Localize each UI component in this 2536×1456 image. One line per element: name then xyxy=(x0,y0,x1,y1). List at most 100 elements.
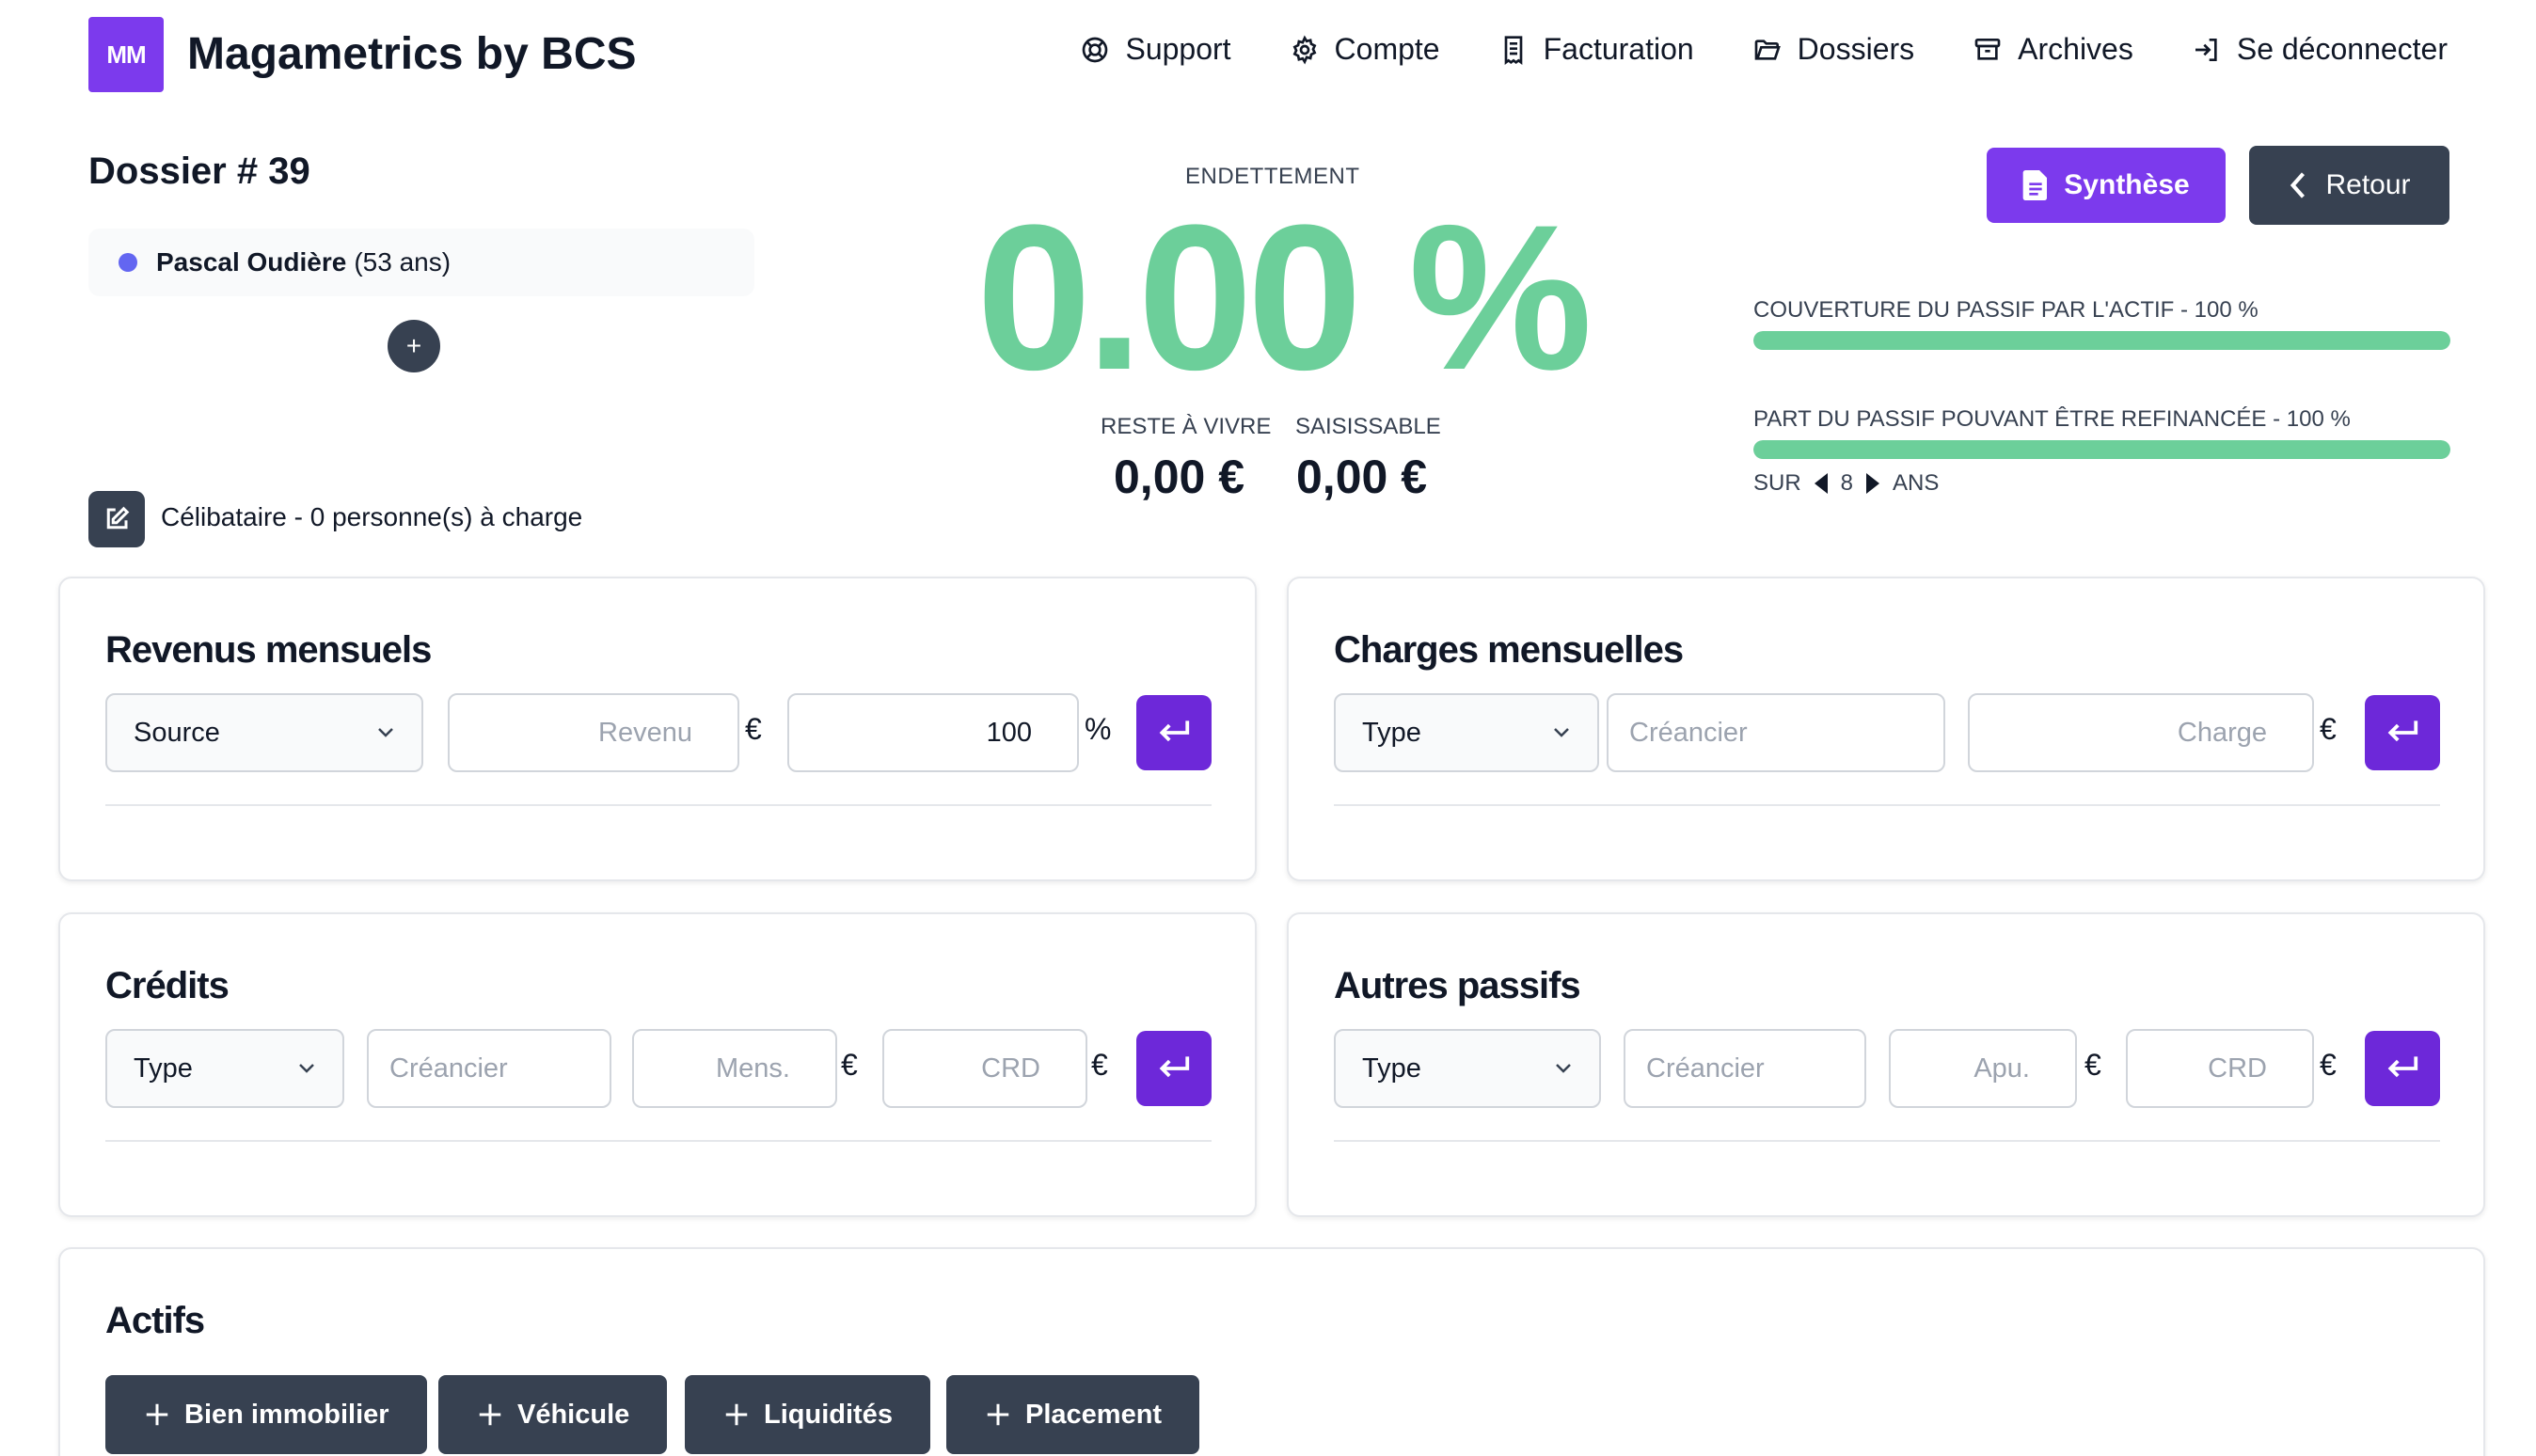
plus-icon xyxy=(146,1403,168,1426)
app-logo[interactable]: MM xyxy=(88,17,164,92)
reste-a-vivre-value: 0,00 € xyxy=(1114,451,1245,503)
reste-a-vivre-label: RESTE À VIVRE xyxy=(1101,414,1272,439)
revenus-source-value: Source xyxy=(134,717,220,748)
refinance-progress-fill xyxy=(1753,440,2450,459)
autres-creancier-input[interactable]: Créancier xyxy=(1624,1029,1866,1108)
nav-compte[interactable]: Compte xyxy=(1290,32,1440,67)
credits-crd-input[interactable]: CRD xyxy=(882,1029,1087,1108)
person-name: Pascal Oudière xyxy=(156,247,347,277)
logo-text: MM xyxy=(106,40,146,69)
charge-currency: € xyxy=(2320,712,2337,746)
autres-type-value: Type xyxy=(1362,1052,1421,1084)
add-bien-immobilier-label: Bien immobilier xyxy=(184,1399,389,1430)
nav-facturation-label: Facturation xyxy=(1543,32,1694,66)
charges-submit-button[interactable] xyxy=(2365,695,2440,770)
retour-button[interactable]: Retour xyxy=(2249,146,2449,225)
app-title: Magametrics by BCS xyxy=(187,29,637,79)
duration-stepper: SUR 8 ANS xyxy=(1753,470,1939,497)
enter-icon xyxy=(2387,720,2418,742)
refinance-label: PART DU PASSIF POUVANT ÊTRE REFINANCÉE -… xyxy=(1753,406,2351,432)
enter-icon xyxy=(1159,720,1190,742)
actifs-title: Actifs xyxy=(105,1300,205,1341)
nav-archives[interactable]: Archives xyxy=(1973,32,2133,67)
receipt-icon xyxy=(1504,35,1522,65)
saisissable-label: SAISISSABLE xyxy=(1295,414,1441,439)
autres-submit-button[interactable] xyxy=(2365,1031,2440,1106)
retour-label: Retour xyxy=(2325,169,2411,200)
credits-type-value: Type xyxy=(134,1052,193,1084)
nav-archives-label: Archives xyxy=(2018,32,2133,66)
ans-label: ANS xyxy=(1893,470,1940,496)
autres-type-select[interactable]: Type xyxy=(1334,1029,1601,1108)
couverture-label: COUVERTURE DU PASSIF PAR L'ACTIF - 100 % xyxy=(1753,297,2259,323)
enter-icon xyxy=(1159,1056,1190,1078)
autres-crd-input[interactable]: CRD xyxy=(2126,1029,2314,1108)
add-liquidites-label: Liquidités xyxy=(764,1399,893,1430)
increase-years-button[interactable] xyxy=(1866,473,1880,494)
plus-icon xyxy=(725,1403,748,1426)
dossier-title: Dossier # 39 xyxy=(88,150,310,192)
add-vehicule-button[interactable]: Véhicule xyxy=(438,1375,668,1454)
lifebuoy-icon xyxy=(1083,37,1108,62)
add-person-button[interactable]: + xyxy=(388,320,440,372)
percent-unit: % xyxy=(1085,712,1112,746)
revenus-source-select[interactable]: Source xyxy=(105,693,423,772)
plus-icon xyxy=(479,1403,501,1426)
credits-mens-currency: € xyxy=(841,1048,858,1082)
person-status-dot xyxy=(119,253,137,272)
autres-apu-input[interactable]: Apu. xyxy=(1889,1029,2077,1108)
revenu-currency: € xyxy=(745,712,762,746)
autres-crd-currency: € xyxy=(2320,1048,2337,1082)
chevron-down-icon xyxy=(299,1064,314,1073)
percent-input[interactable]: 100 xyxy=(787,693,1079,772)
person-age: (53 ans) xyxy=(354,247,452,277)
revenu-input[interactable]: Revenu xyxy=(448,693,739,772)
credits-mens-input[interactable]: Mens. xyxy=(632,1029,837,1108)
nav-facturation[interactable]: Facturation xyxy=(1498,32,1694,67)
nav-support[interactable]: Support xyxy=(1080,32,1231,67)
document-icon xyxy=(2022,170,2048,200)
charges-title: Charges mensuelles xyxy=(1334,629,1684,671)
nav-dossiers[interactable]: Dossiers xyxy=(1752,32,1914,67)
charges-divider xyxy=(1334,804,2440,806)
credits-type-select[interactable]: Type xyxy=(105,1029,344,1108)
decrease-years-button[interactable] xyxy=(1814,473,1828,494)
family-situation: Célibataire - 0 personne(s) à charge xyxy=(161,502,583,531)
chevron-left-icon xyxy=(2290,172,2306,198)
add-placement-label: Placement xyxy=(1025,1399,1163,1430)
credits-divider xyxy=(105,1140,1212,1142)
autres-passifs-title: Autres passifs xyxy=(1334,965,1581,1006)
credits-submit-button[interactable] xyxy=(1136,1031,1212,1106)
synthese-button[interactable]: Synthèse xyxy=(1987,148,2226,223)
couverture-progress xyxy=(1753,331,2450,350)
charges-card: Charges mensuelles Type Créancier Charge… xyxy=(1287,577,2485,881)
add-bien-immobilier-button[interactable]: Bien immobilier xyxy=(105,1375,427,1454)
revenus-card: Revenus mensuels Source Revenu € 100 % xyxy=(58,577,1257,881)
credits-creancier-input[interactable]: Créancier xyxy=(367,1029,611,1108)
plus-icon xyxy=(987,1403,1009,1426)
nav-compte-label: Compte xyxy=(1334,32,1440,66)
endettement-value: 0.00 % xyxy=(976,182,1593,413)
autres-passifs-card: Autres passifs Type Créancier Apu. € CRD… xyxy=(1287,912,2485,1217)
person-card[interactable]: Pascal Oudière (53 ans) xyxy=(88,229,754,296)
nav-logout[interactable]: Se déconnecter xyxy=(2192,32,2448,67)
chevron-down-icon xyxy=(1554,728,1569,737)
logout-icon xyxy=(2195,38,2217,61)
couverture-progress-fill xyxy=(1753,331,2450,350)
nav-dossiers-label: Dossiers xyxy=(1797,32,1915,66)
nav-logout-label: Se déconnecter xyxy=(2236,32,2448,66)
refinance-progress xyxy=(1753,440,2450,459)
add-placement-button[interactable]: Placement xyxy=(946,1375,1200,1454)
edit-situation-button[interactable] xyxy=(88,491,145,547)
credits-card: Crédits Type Créancier Mens. € CRD € xyxy=(58,912,1257,1217)
revenus-submit-button[interactable] xyxy=(1136,695,1212,770)
chevron-down-icon xyxy=(1556,1064,1571,1073)
nav-support-label: Support xyxy=(1125,32,1231,66)
autres-divider xyxy=(1334,1140,2440,1142)
add-liquidites-button[interactable]: Liquidités xyxy=(685,1375,930,1454)
edit-icon xyxy=(106,506,130,530)
charges-type-select[interactable]: Type xyxy=(1334,693,1599,772)
charges-creancier-input[interactable]: Créancier xyxy=(1607,693,1945,772)
credits-title: Crédits xyxy=(105,965,230,1006)
charge-input[interactable]: Charge xyxy=(1968,693,2314,772)
